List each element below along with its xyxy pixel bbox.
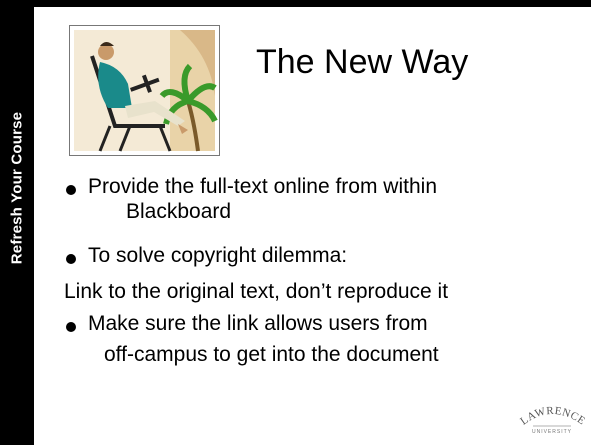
- top-border: [0, 0, 591, 7]
- sidebar: Refresh Your Course: [0, 0, 34, 445]
- bullet-dot: [66, 254, 76, 264]
- bullet-dot: [66, 322, 76, 332]
- lawrence-university-logo: LAWRENCE UNIVERSITY: [518, 402, 587, 436]
- clipart-svg: [74, 30, 218, 152]
- bullet-line: Blackboard: [126, 200, 232, 223]
- bullet-dot: [66, 185, 76, 195]
- bullet-line: To solve copyright dilemma:: [88, 244, 348, 267]
- svg-text:UNIVERSITY: UNIVERSITY: [532, 429, 572, 435]
- bullet-line: Make sure the link allows users from: [88, 312, 428, 335]
- svg-text:LAWRENCE: LAWRENCE: [519, 405, 585, 428]
- slide-title: The New Way: [256, 43, 469, 81]
- sidebar-label: Refresh Your Course: [8, 111, 26, 265]
- logo-svg: LAWRENCE UNIVERSITY: [518, 405, 587, 435]
- bullet-line: off-campus to get into the document: [104, 343, 439, 366]
- bullet-line: Link to the original text, don’t reprodu…: [64, 280, 449, 303]
- bullet-line: Provide the full-text online from within: [88, 175, 437, 198]
- person-with-laptop-illustration: [69, 25, 220, 156]
